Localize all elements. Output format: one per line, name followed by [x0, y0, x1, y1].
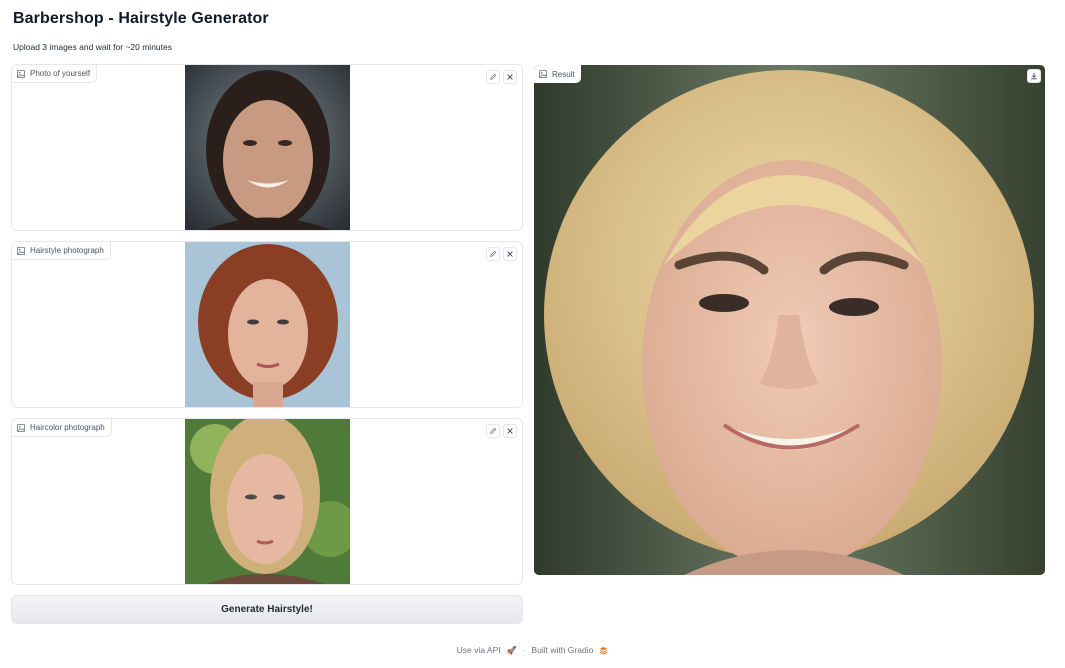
clear-button[interactable] — [503, 247, 517, 261]
download-button[interactable] — [1027, 69, 1041, 83]
image-icon — [17, 246, 25, 255]
edit-button[interactable] — [486, 424, 500, 438]
haircolor-photograph-panel[interactable]: Haircolor photograph — [11, 418, 523, 585]
image-icon — [17, 69, 25, 78]
gradio-logo-icon — [600, 646, 608, 655]
pencil-icon — [490, 73, 497, 80]
haircolor-photograph-label: Haircolor photograph — [30, 423, 105, 432]
pencil-icon — [490, 427, 497, 434]
footer-separator: · — [522, 645, 526, 655]
image-icon — [17, 423, 25, 432]
edit-button[interactable] — [486, 247, 500, 261]
download-icon — [1031, 72, 1037, 80]
hairstyle-photograph-panel[interactable]: Hairstyle photograph — [11, 241, 523, 408]
edit-button[interactable] — [486, 70, 500, 84]
hairstyle-photograph-label: Hairstyle photograph — [30, 246, 104, 255]
image-icon — [539, 70, 547, 78]
clear-button[interactable] — [503, 70, 517, 84]
page-subtitle: Upload 3 images and wait for ~20 minutes — [13, 42, 172, 52]
rocket-icon: 🚀 — [506, 645, 517, 655]
photo-of-yourself-label: Photo of yourself — [30, 69, 91, 78]
photo-of-yourself-image[interactable] — [185, 65, 350, 230]
result-label-tag: Result — [534, 65, 581, 83]
photo-of-yourself-label-tag: Photo of yourself — [12, 65, 98, 83]
pencil-icon — [490, 250, 497, 257]
use-via-api-link[interactable]: Use via API — [457, 645, 501, 655]
hairstyle-photograph-image[interactable] — [185, 242, 350, 407]
result-image — [534, 65, 1045, 575]
photo-of-yourself-panel[interactable]: Photo of yourself — [11, 64, 523, 231]
built-with-gradio-link[interactable]: Built with Gradio — [531, 645, 593, 655]
clear-button[interactable] — [503, 424, 517, 438]
haircolor-photograph-image[interactable] — [185, 419, 350, 584]
close-icon — [507, 251, 513, 257]
result-panel: Result — [534, 65, 1045, 575]
footer: Use via API 🚀 · Built with Gradio — [0, 645, 1065, 655]
haircolor-photograph-label-tag: Haircolor photograph — [12, 419, 112, 437]
hairstyle-photograph-label-tag: Hairstyle photograph — [12, 242, 111, 260]
close-icon — [507, 74, 513, 80]
close-icon — [507, 428, 513, 434]
generate-hairstyle-button[interactable]: Generate Hairstyle! — [11, 595, 523, 624]
page-title: Barbershop - Hairstyle Generator — [13, 10, 269, 27]
result-label: Result — [552, 69, 575, 79]
